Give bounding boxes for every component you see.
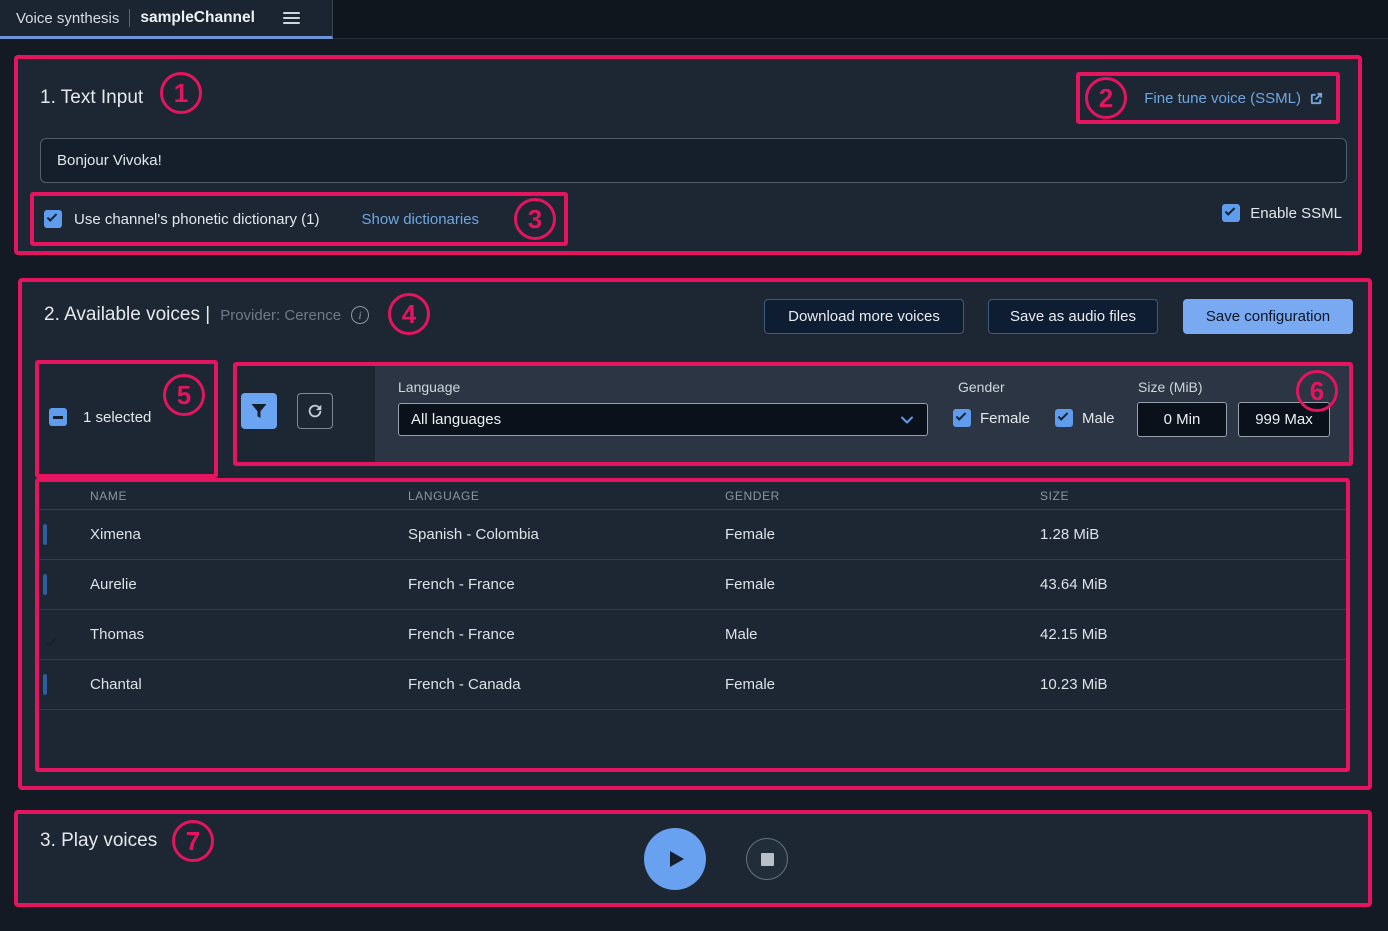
text-input-section: 1. Text Input 1 2 Fine tune voice (SSML)… — [14, 55, 1362, 255]
annotation-4: 4 — [388, 293, 430, 335]
annotation-1: 1 — [160, 72, 202, 114]
selected-count-label: 1 selected — [83, 409, 151, 426]
annotation-6: 6 — [1296, 370, 1338, 412]
section1-title: 1. Text Input — [40, 87, 143, 109]
top-bar: Voice synthesis sampleChannel — [0, 0, 1388, 39]
stop-icon — [761, 853, 774, 866]
voice-language: French - France — [405, 576, 722, 593]
voices-table: NAMELANGUAGEGENDERSIZE XimenaSpanish - C… — [35, 478, 1350, 772]
language-label: Language — [398, 379, 460, 395]
filter-icon — [250, 402, 268, 420]
section2-title: 2. Available voices | — [44, 304, 210, 326]
table-row[interactable]: XimenaSpanish - ColombiaFemale1.28 MiB — [39, 510, 1346, 560]
female-checkbox[interactable] — [953, 409, 971, 427]
table-row[interactable]: ChantalFrench - CanadaFemale10.23 MiB — [39, 660, 1346, 710]
section3-title: 3. Play voices — [40, 830, 157, 852]
column-header: SIZE — [1037, 489, 1346, 503]
play-button[interactable] — [644, 828, 706, 890]
annotation-box-3: Use channel's phonetic dictionary (1) Sh… — [30, 192, 568, 246]
save-as-audio-files-button[interactable]: Save as audio files — [988, 299, 1158, 334]
voice-language: French - France — [405, 626, 722, 643]
indeterminate-icon — [53, 416, 63, 419]
info-icon[interactable]: i — [351, 306, 369, 324]
enable-ssml-label: Enable SSML — [1250, 205, 1342, 222]
language-dropdown-value: All languages — [411, 411, 501, 428]
available-voices-section: 2. Available voices | Provider: Cerence … — [18, 278, 1372, 790]
size-label: Size (MiB) — [1138, 379, 1203, 395]
row-checkbox[interactable] — [43, 524, 47, 545]
annotation-2: 2 — [1085, 77, 1127, 119]
language-dropdown[interactable]: All languages — [398, 403, 928, 436]
column-header: GENDER — [722, 489, 1037, 503]
voice-gender: Female — [722, 526, 1037, 543]
show-dictionaries-link[interactable]: Show dictionaries — [362, 211, 480, 228]
external-link-icon — [1309, 91, 1324, 106]
annotation-7: 7 — [172, 820, 214, 862]
check-icon — [1225, 205, 1236, 216]
annotation-5: 5 — [163, 374, 205, 416]
tts-text-input[interactable]: Bonjour Vivoka! — [40, 138, 1347, 183]
voice-name: Ximena — [87, 526, 405, 543]
annotation-box-6: Language All languages Gender Female Mal… — [233, 362, 1353, 466]
menu-icon[interactable] — [283, 12, 300, 24]
phonetic-dictionary-label: Use channel's phonetic dictionary (1) — [74, 211, 320, 228]
voice-gender: Female — [722, 676, 1037, 693]
save-configuration-button[interactable]: Save configuration — [1183, 299, 1353, 334]
voice-name: Thomas — [87, 626, 405, 643]
play-icon — [663, 847, 687, 871]
check-icon — [46, 636, 57, 647]
table-row[interactable]: ThomasFrench - FranceMale42.15 MiB — [39, 610, 1346, 660]
play-voices-section: 3. Play voices 7 — [14, 810, 1372, 907]
enable-ssml-checkbox[interactable] — [1222, 204, 1240, 222]
table-row[interactable]: AurelieFrench - FranceFemale43.64 MiB — [39, 560, 1346, 610]
check-icon — [47, 211, 58, 222]
check-icon — [1058, 410, 1069, 421]
voice-size: 42.15 MiB — [1037, 626, 1346, 643]
filter-panel: Language All languages Gender Female Mal… — [375, 366, 1349, 462]
voice-gender: Female — [722, 576, 1037, 593]
provider-label: Provider: Cerence — [220, 307, 341, 324]
column-header: LANGUAGE — [405, 489, 722, 503]
gender-label: Gender — [958, 379, 1005, 395]
download-more-voices-button[interactable]: Download more voices — [764, 299, 964, 334]
app-title: Voice synthesis — [16, 10, 119, 27]
select-all-checkbox[interactable] — [49, 408, 67, 426]
voice-table-body: XimenaSpanish - ColombiaFemale1.28 MiBAu… — [39, 510, 1346, 710]
phonetic-dictionary-checkbox[interactable] — [44, 210, 62, 228]
annotation-3: 3 — [514, 198, 556, 240]
refresh-button[interactable] — [297, 393, 333, 429]
male-label: Male — [1082, 410, 1115, 427]
voice-gender: Male — [722, 626, 1037, 643]
voice-size: 10.23 MiB — [1037, 676, 1346, 693]
size-min-input[interactable]: 0 Min — [1137, 402, 1227, 437]
female-label: Female — [980, 410, 1030, 427]
tab-voice-synthesis[interactable]: Voice synthesis sampleChannel — [0, 0, 333, 39]
voice-language: Spanish - Colombia — [405, 526, 722, 543]
filter-button[interactable] — [241, 393, 277, 429]
refresh-icon — [306, 402, 324, 420]
voice-size: 43.64 MiB — [1037, 576, 1346, 593]
row-checkbox[interactable] — [43, 674, 47, 695]
row-checkbox[interactable] — [43, 574, 47, 595]
channel-name: sampleChannel — [140, 9, 255, 27]
voice-name: Aurelie — [87, 576, 405, 593]
voice-language: French - Canada — [405, 676, 722, 693]
voice-size: 1.28 MiB — [1037, 526, 1346, 543]
table-header-row: NAMELANGUAGEGENDERSIZE — [39, 482, 1346, 510]
stop-button[interactable] — [746, 838, 788, 880]
chevron-down-icon — [899, 412, 915, 428]
annotation-box-5: 1 selected 5 — [35, 360, 218, 478]
check-icon — [956, 410, 967, 421]
fine-tune-voice-link[interactable]: Fine tune voice (SSML) — [1144, 90, 1301, 107]
voice-name: Chantal — [87, 676, 405, 693]
annotation-box-2: 2 Fine tune voice (SSML) — [1076, 72, 1340, 124]
male-checkbox[interactable] — [1055, 409, 1073, 427]
tab-divider — [129, 9, 130, 27]
column-header: NAME — [87, 489, 405, 503]
